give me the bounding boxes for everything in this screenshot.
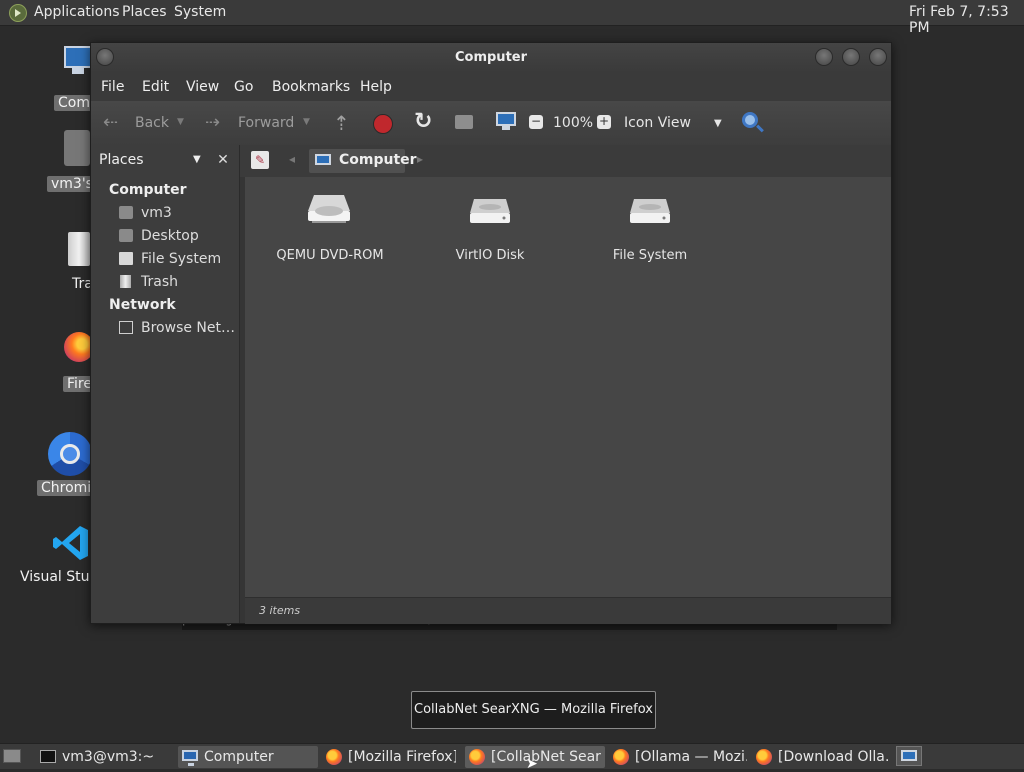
zoom-in-icon: + (597, 114, 611, 129)
task-computer[interactable]: Computer (178, 746, 318, 768)
distro-logo-icon[interactable] (9, 4, 27, 22)
file-item-file-system[interactable]: File System (580, 191, 720, 271)
firefox-icon (756, 749, 772, 765)
computer-button[interactable] (495, 101, 517, 145)
forward-button[interactable]: ⇢ Forward ▼ (203, 101, 313, 145)
sidebar-section-computer: Computer (109, 182, 187, 198)
sidebar-item-desktop[interactable]: Desktop (119, 227, 231, 247)
computer-icon (315, 154, 331, 165)
hard-disk-icon (630, 199, 670, 223)
computer-icon (496, 112, 516, 126)
forward-history-dropdown-icon[interactable]: ▼ (303, 117, 310, 127)
menu-view[interactable]: View (186, 79, 219, 95)
stop-icon (373, 114, 393, 134)
file-item-qemu-dvd-rom[interactable]: QEMU DVD-ROM (260, 191, 400, 271)
up-arrow-icon: ⇡ (333, 111, 350, 135)
maximize-button[interactable] (842, 48, 860, 66)
firefox-icon (613, 749, 629, 765)
task-mozilla-firefox[interactable]: [Mozilla Firefox] (322, 746, 460, 768)
file-manager-window: Computer File Edit View Go Bookmarks Hel… (90, 42, 892, 624)
sidebar-item-browse-network[interactable]: Browse Net… (119, 319, 235, 339)
taskbar-tooltip: CollabNet SearXNG — Mozilla Firefox (411, 691, 656, 729)
optical-drive-icon (308, 195, 350, 223)
clock[interactable]: Fri Feb 7, 7:53 PM (909, 4, 1024, 36)
home-folder-icon (455, 115, 473, 129)
task-ollama[interactable]: [Ollama — Mozi… (609, 746, 749, 768)
zoom-level[interactable]: 100% (553, 115, 593, 131)
hard-disk-icon (119, 252, 133, 265)
minimize-button[interactable] (815, 48, 833, 66)
close-button[interactable] (869, 48, 887, 66)
computer-icon (64, 46, 92, 68)
vscode-icon[interactable] (52, 524, 90, 562)
desktop-computer-icon[interactable] (60, 46, 94, 92)
menu-bookmarks[interactable]: Bookmarks (272, 79, 350, 95)
back-history-dropdown-icon[interactable]: ▼ (177, 117, 184, 127)
zoom-out-icon: − (529, 114, 543, 129)
view-mode-select[interactable]: Icon View ▼ (623, 101, 731, 145)
stop-button[interactable] (373, 101, 393, 145)
window-title: Computer (454, 50, 528, 65)
menu-edit[interactable]: Edit (142, 79, 169, 95)
show-desktop-icon[interactable] (3, 749, 21, 763)
computer-icon (901, 750, 917, 761)
trash-icon (120, 275, 131, 288)
sidebar-close-button[interactable]: ✕ (213, 150, 233, 170)
menu-go[interactable]: Go (234, 79, 253, 95)
menu-file[interactable]: File (101, 79, 124, 95)
sidebar-item-file-system[interactable]: File System (119, 250, 231, 270)
path-right-arrow-icon[interactable]: ▸ (417, 152, 423, 166)
status-item-count: 3 items (259, 604, 301, 617)
back-button[interactable]: ⇠ Back ▼ (99, 101, 191, 145)
file-view[interactable]: QEMU DVD-ROM VirtIO Disk File System (245, 177, 891, 597)
zoom-out-button[interactable]: − (529, 101, 545, 145)
breadcrumb-computer[interactable]: Computer (309, 149, 417, 173)
reload-icon: ↻ (414, 109, 433, 134)
chromium-icon[interactable] (48, 432, 92, 476)
status-bar: 3 items (245, 597, 891, 624)
home-folder-icon[interactable] (64, 130, 90, 166)
zoom-in-button[interactable]: + (597, 101, 613, 145)
trash-icon[interactable] (68, 232, 90, 266)
computer-icon (182, 750, 198, 766)
task-download-ollama[interactable]: [Download Olla… (752, 746, 892, 768)
places-menu[interactable]: Places (122, 4, 167, 20)
network-icon (119, 321, 133, 334)
window-titlebar[interactable]: Computer (91, 43, 891, 73)
path-left-arrow-icon[interactable]: ◂ (289, 152, 295, 166)
workspace-switcher[interactable] (896, 746, 922, 766)
home-folder-icon (119, 206, 133, 219)
sidebar-type-select[interactable]: Places ▼ (95, 149, 207, 171)
menu-bar: File Edit View Go Bookmarks Help (91, 73, 891, 101)
sidebar-item-trash[interactable]: Trash (119, 273, 231, 293)
chevron-down-icon: ▼ (193, 154, 201, 165)
firefox-icon (469, 749, 485, 765)
system-menu[interactable]: System (174, 4, 226, 20)
edit-location-icon[interactable]: ✎ (251, 151, 269, 169)
up-button[interactable]: ⇡ (331, 101, 353, 145)
forward-arrow-icon: ⇢ (205, 112, 221, 133)
desktop-folder-icon (119, 229, 133, 242)
sidebar-item-vm3[interactable]: vm3 (119, 204, 231, 224)
top-panel: Applications Places System Fri Feb 7, 7:… (0, 0, 1024, 36)
file-item-virtio-disk[interactable]: VirtIO Disk (420, 191, 560, 271)
search-button[interactable] (742, 101, 766, 145)
toolbar: ⇠ Back ▼ ⇢ Forward ▼ ⇡ ↻ − 100% + Icon V… (91, 101, 891, 146)
firefox-icon (326, 749, 342, 765)
sidebar-section-network: Network (109, 297, 176, 313)
terminal-icon (40, 750, 56, 763)
mouse-cursor-icon: ➤ (526, 756, 538, 772)
task-terminal[interactable]: vm3@vm3:~ (36, 746, 172, 768)
menu-help[interactable]: Help (360, 79, 392, 95)
chevron-down-icon: ▼ (714, 118, 722, 129)
reload-button[interactable]: ↻ (413, 101, 435, 145)
applications-menu[interactable]: Applications (34, 4, 120, 20)
home-button[interactable] (454, 101, 476, 145)
hard-disk-icon (470, 199, 510, 223)
taskbar: vm3@vm3:~ Computer [Mozilla Firefox] [Co… (0, 743, 1024, 772)
back-arrow-icon: ⇠ (103, 112, 119, 133)
